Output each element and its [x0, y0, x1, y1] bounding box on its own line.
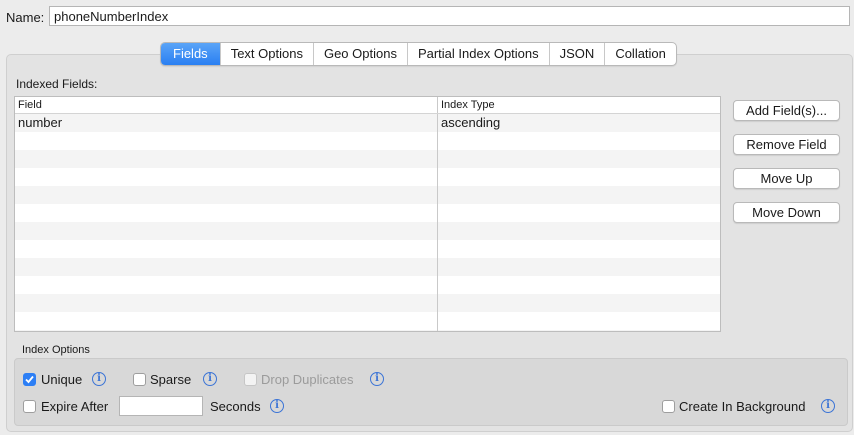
empty-row	[15, 294, 720, 312]
move-down-button[interactable]: Move Down	[733, 202, 840, 223]
empty-row	[15, 168, 720, 186]
unique-label[interactable]: Unique	[41, 372, 82, 387]
table-body: number ascending	[15, 114, 720, 331]
empty-row	[15, 186, 720, 204]
name-label: Name:	[6, 10, 45, 25]
create-in-background-checkbox[interactable]	[662, 400, 675, 413]
indexed-fields-label: Indexed Fields:	[16, 77, 98, 91]
expire-after-info-icon[interactable]: i	[270, 399, 284, 413]
sparse-info-icon[interactable]: i	[203, 372, 217, 386]
tab-collation[interactable]: Collation	[604, 43, 676, 65]
column-header-field[interactable]: Field	[15, 97, 438, 113]
index-name-field[interactable]: phoneNumberIndex	[49, 6, 850, 26]
empty-row	[15, 204, 720, 222]
remove-field-button[interactable]: Remove Field	[733, 134, 840, 155]
tab-bar: Fields Text Options Geo Options Partial …	[160, 42, 677, 66]
create-in-background-label[interactable]: Create In Background	[679, 399, 805, 414]
tab-text-options[interactable]: Text Options	[219, 43, 313, 65]
drop-duplicates-info-icon[interactable]: i	[370, 372, 384, 386]
expire-after-checkbox[interactable]	[23, 400, 36, 413]
empty-row	[15, 258, 720, 276]
seconds-label: Seconds	[210, 399, 261, 414]
expire-after-label[interactable]: Expire After	[41, 399, 108, 414]
unique-info-icon[interactable]: i	[92, 372, 106, 386]
empty-row	[15, 312, 720, 330]
unique-checkbox[interactable]	[23, 373, 36, 386]
index-options-label: Index Options	[22, 344, 90, 356]
create-in-background-info-icon[interactable]: i	[821, 399, 835, 413]
tab-partial-index-options[interactable]: Partial Index Options	[406, 43, 549, 65]
empty-row	[15, 276, 720, 294]
sparse-label[interactable]: Sparse	[150, 372, 191, 387]
table-header: Field Index Type	[15, 97, 720, 114]
table-row[interactable]: number ascending	[15, 114, 720, 132]
tab-json[interactable]: JSON	[548, 43, 605, 65]
tab-geo-options[interactable]: Geo Options	[312, 43, 407, 65]
move-up-button[interactable]: Move Up	[733, 168, 840, 189]
empty-row	[15, 222, 720, 240]
column-divider	[437, 114, 438, 331]
empty-row	[15, 150, 720, 168]
expire-after-input[interactable]	[119, 396, 203, 416]
column-header-index-type[interactable]: Index Type	[438, 97, 720, 113]
drop-duplicates-label: Drop Duplicates	[261, 372, 354, 387]
indexed-fields-table: Field Index Type number ascending	[14, 96, 721, 332]
index-type-cell[interactable]: ascending	[438, 114, 720, 132]
add-fields-button[interactable]: Add Field(s)...	[733, 100, 840, 121]
drop-duplicates-checkbox[interactable]	[244, 373, 257, 386]
checkmark-icon	[25, 375, 34, 384]
sparse-checkbox[interactable]	[133, 373, 146, 386]
empty-row	[15, 132, 720, 150]
tab-fields[interactable]: Fields	[161, 43, 220, 65]
field-cell[interactable]: number	[15, 114, 438, 132]
empty-row	[15, 330, 720, 331]
empty-row	[15, 240, 720, 258]
